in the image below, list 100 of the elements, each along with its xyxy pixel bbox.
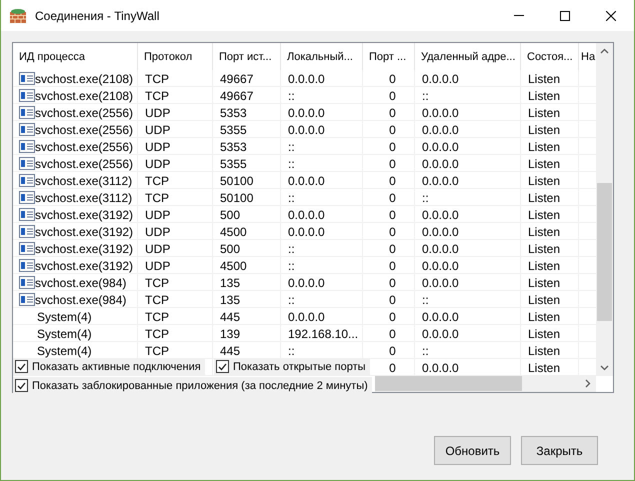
table-cell: 50100 bbox=[220, 190, 254, 204]
table-cell: Listen bbox=[528, 360, 560, 374]
table-cell: TCP bbox=[145, 326, 169, 340]
table-cell: UDP bbox=[145, 242, 170, 256]
table-cell: :: bbox=[288, 344, 295, 358]
table-cell: 445 bbox=[220, 344, 240, 358]
table-cell: svchost.exe(3112) bbox=[35, 190, 132, 204]
table-cell: TCP bbox=[145, 292, 169, 306]
table-cell: 0.0.0.0 bbox=[422, 224, 459, 238]
table-cell: 0.0.0.0 bbox=[422, 242, 459, 256]
table-cell: 0.0.0.0 bbox=[288, 208, 325, 222]
table-cell: 0 bbox=[389, 140, 396, 154]
table-cell: 0.0.0.0 bbox=[422, 326, 459, 340]
table-cell: svchost.exe(984) bbox=[35, 292, 126, 306]
table-cell: 5353 bbox=[220, 106, 247, 120]
table-cell: UDP bbox=[145, 106, 170, 120]
table-cell: 0 bbox=[389, 344, 396, 358]
table-cell: TCP bbox=[145, 72, 169, 86]
table-cell: 5355 bbox=[220, 156, 247, 170]
table-cell: Listen bbox=[528, 326, 560, 340]
table-cell: TCP bbox=[145, 344, 169, 358]
table-cell: Listen bbox=[528, 122, 560, 136]
table-cell: svchost.exe(984) bbox=[35, 276, 126, 290]
table-cell: 0.0.0.0 bbox=[422, 174, 459, 188]
table-cell: 0 bbox=[389, 174, 396, 188]
table-cell: 0.0.0.0 bbox=[422, 208, 459, 222]
table-cell: 135 bbox=[220, 292, 240, 306]
table-cell: 0 bbox=[389, 190, 396, 204]
table-cell: 49667 bbox=[220, 72, 254, 86]
table-cell: TCP bbox=[145, 310, 169, 324]
dialog-button[interactable]: Обновить bbox=[434, 436, 511, 465]
table-cell: svchost.exe(3192) bbox=[35, 224, 134, 238]
window-title: Соединения - TinyWall bbox=[35, 8, 160, 22]
table-cell: 0 bbox=[389, 88, 396, 102]
table-cell: 4500 bbox=[220, 258, 247, 272]
table-cell: 0.0.0.0 bbox=[288, 106, 325, 120]
table-cell: UDP bbox=[145, 208, 170, 222]
table-cell: 5353 bbox=[220, 140, 247, 154]
table-cell: :: bbox=[288, 258, 295, 272]
table-cell: UDP bbox=[145, 122, 170, 136]
table-cell: 0.0.0.0 bbox=[422, 122, 459, 136]
table-cell: 135 bbox=[220, 276, 240, 290]
table-cell: Listen bbox=[528, 156, 560, 170]
table-cell: 0.0.0.0 bbox=[288, 310, 325, 324]
table-cell: 139 bbox=[220, 326, 240, 340]
table-cell: Listen bbox=[528, 208, 560, 222]
table-cell: svchost.exe(3192) bbox=[35, 258, 134, 272]
table-cell: Listen bbox=[528, 106, 560, 120]
table-cell: 0.0.0.0 bbox=[422, 258, 459, 272]
dialog-button[interactable]: Закрыть bbox=[521, 436, 598, 465]
table-cell: 0 bbox=[389, 292, 396, 306]
table-cell: Listen bbox=[528, 140, 560, 154]
table-cell: 4500 bbox=[220, 224, 247, 238]
table-cell: :: bbox=[288, 190, 295, 204]
table-cell: 0 bbox=[389, 326, 396, 340]
table-cell: 0.0.0.0 bbox=[288, 122, 325, 136]
table-cell: 0.0.0.0 bbox=[288, 174, 325, 188]
table-cell: svchost.exe(3192) bbox=[35, 208, 134, 222]
table-cell: UDP bbox=[145, 224, 170, 238]
table-cell: 445 bbox=[220, 310, 240, 324]
table-cell: 0 bbox=[389, 310, 396, 324]
table-cell: 0.0.0.0 bbox=[288, 224, 325, 238]
table-cell: UDP bbox=[145, 156, 170, 170]
table-cell: :: bbox=[288, 88, 295, 102]
table-cell: 0.0.0.0 bbox=[422, 106, 459, 120]
table-cell: svchost.exe(2556) bbox=[35, 156, 134, 170]
table-cell: TCP bbox=[145, 190, 169, 204]
table-cell: 0.0.0.0 bbox=[422, 310, 459, 324]
table-cell: Listen bbox=[528, 88, 560, 102]
table-cell: svchost.exe(2108) bbox=[35, 72, 134, 86]
table-cell: System(4) bbox=[37, 310, 92, 324]
table-cell: UDP bbox=[145, 258, 170, 272]
table-cell: TCP bbox=[145, 174, 169, 188]
table-cell: Listen bbox=[528, 276, 560, 290]
table-cell: System(4) bbox=[37, 344, 92, 358]
table-cell: 0.0.0.0 bbox=[422, 276, 459, 290]
table-cell: Listen bbox=[528, 344, 560, 358]
table-cell: UDP bbox=[145, 140, 170, 154]
table-cell: :: bbox=[288, 242, 295, 256]
table-cell: :: bbox=[288, 140, 295, 154]
table-cell: svchost.exe(2108) bbox=[35, 88, 134, 102]
table-cell: svchost.exe(3112) bbox=[35, 174, 132, 188]
table-cell: Listen bbox=[528, 190, 560, 204]
table-cell: 192.168.10... bbox=[288, 326, 358, 340]
table-cell: :: bbox=[288, 292, 295, 306]
table-cell: 0.0.0.0 bbox=[422, 156, 459, 170]
table-cell: 0.0.0.0 bbox=[422, 140, 459, 154]
table-cell: Listen bbox=[528, 72, 560, 86]
table-cell: 0.0.0.0 bbox=[422, 360, 459, 374]
table-cell: :: bbox=[422, 190, 429, 204]
table-cell: Listen bbox=[528, 258, 560, 272]
table-cell: svchost.exe(2556) bbox=[35, 140, 134, 154]
table-cell: 0 bbox=[389, 208, 396, 222]
table-cell: 0 bbox=[389, 360, 396, 374]
table-cell: :: bbox=[422, 292, 429, 306]
table-cell: Listen bbox=[528, 310, 560, 324]
table-cell: 0 bbox=[389, 258, 396, 272]
table-cell: :: bbox=[288, 156, 295, 170]
table-cell: Listen bbox=[528, 174, 560, 188]
table-cell: 0 bbox=[389, 156, 396, 170]
